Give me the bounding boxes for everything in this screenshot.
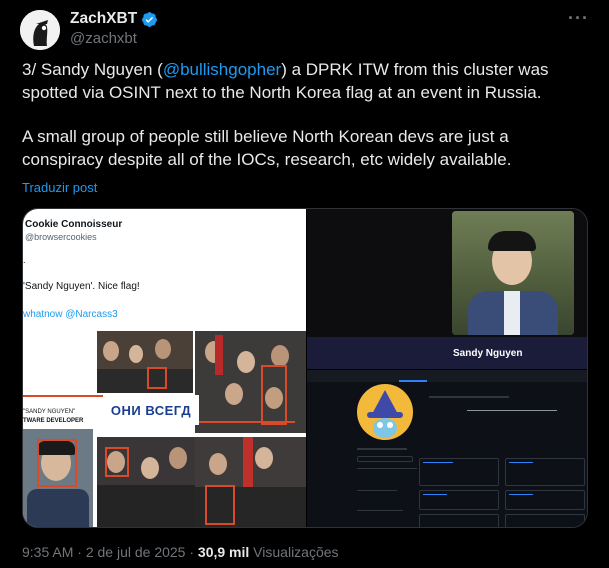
quoted-dot: . — [23, 255, 26, 265]
wizard-avatar-icon — [357, 384, 413, 440]
detective-avatar-icon — [20, 10, 60, 50]
crowd-photo-3 — [97, 437, 195, 527]
views-label: Visualizações — [249, 544, 339, 560]
tweet-paragraph-1: 3/ Sandy Nguyen (@bullishgopher) a DPRK … — [22, 60, 549, 102]
quoted-account-name: Cookie Connoisseur — [25, 219, 123, 230]
tweet-text: 3/ Sandy Nguyen (@bullishgopher) a DPRK … — [22, 59, 582, 171]
tweet-header: ZachXBT @zachxbt ··· — [16, 8, 593, 50]
views-count: 30,9 mil — [197, 544, 250, 560]
photo-caption-name: "SANDY NGUYEN" — [23, 409, 76, 415]
sandy-profile-photo — [452, 211, 574, 335]
tweet-paragraph-2: A small group of people still believe No… — [22, 127, 512, 169]
sandy-photo-left — [23, 429, 93, 527]
photo-caption-role: TWARE DEVELOPER — [23, 418, 84, 424]
media-right-top-profile: Sandy Nguyen — [307, 209, 587, 369]
banner-text: ОНИ ВСЕГД — [103, 395, 199, 425]
verified-badge-icon — [142, 11, 158, 27]
more-horizontal-icon[interactable]: ··· — [568, 8, 589, 29]
quoted-links: whatnow @Narcass3 — [23, 309, 118, 320]
post-date[interactable]: 2 de jul de 2025 — [86, 544, 186, 560]
author-handle[interactable]: @zachxbt — [70, 30, 137, 47]
author-name[interactable]: ZachXBT — [70, 10, 137, 28]
crowd-photo-1 — [97, 331, 193, 393]
tweet-footer: 9:35 AM · 2 de jul de 2025 · 30,9 mil Vi… — [22, 544, 339, 560]
media-left-screenshot: Cookie Connoisseur @browsercookies . 'Sa… — [23, 209, 306, 527]
crowd-photo-4 — [195, 437, 306, 527]
post-time[interactable]: 9:35 AM — [22, 544, 73, 560]
author-avatar[interactable] — [20, 10, 60, 50]
quoted-account-handle: @browsercookies — [25, 232, 97, 242]
profile-name: Sandy Nguyen — [453, 348, 523, 359]
tweet-media[interactable]: Cookie Connoisseur @browsercookies . 'Sa… — [22, 208, 588, 528]
quoted-text: 'Sandy Nguyen'. Nice flag! — [23, 281, 140, 292]
media-right-bottom-github — [307, 370, 587, 527]
translate-post-link[interactable]: Traduzir post — [22, 180, 97, 195]
crowd-photo-2 — [195, 331, 306, 433]
mention-link[interactable]: @bullishgopher — [163, 60, 281, 79]
